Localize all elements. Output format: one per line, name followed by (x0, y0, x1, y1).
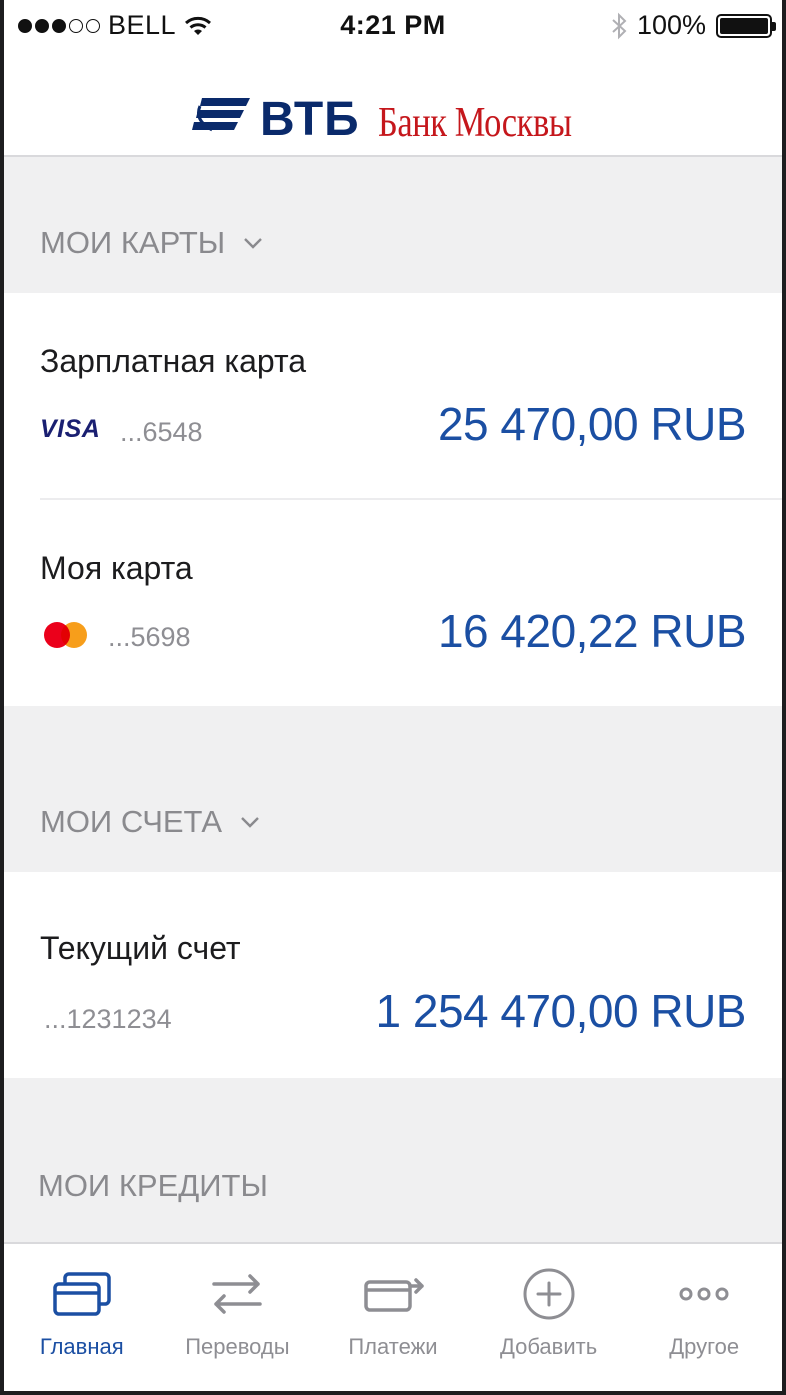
visa-logo: VISA (40, 415, 101, 443)
card-number: ...5698 (108, 622, 191, 652)
tab-transfers[interactable]: Переводы (160, 1244, 316, 1391)
bluetooth-icon (612, 12, 627, 39)
section-credits-header[interactable]: МОИ КРЕДИТЫ (4, 1078, 782, 1242)
account-number: ...1231234 (44, 1004, 172, 1034)
battery-icon (716, 13, 776, 38)
section-cards-header[interactable]: МОИ КАРТЫ (4, 157, 782, 293)
tab-more[interactable]: Другое (626, 1244, 782, 1391)
chevron-down-icon (241, 817, 259, 828)
tab-home[interactable]: Главная (4, 1244, 160, 1391)
tab-label: Добавить (499, 1334, 598, 1359)
more-dots-icon (679, 1287, 729, 1301)
add-circle-icon (523, 1268, 575, 1320)
section-cards-label-row: МОИ КАРТЫ (40, 225, 263, 261)
status-right: 100% (611, 10, 776, 41)
status-bar: BELL 4:21 PM 100% (4, 0, 782, 52)
tab-bar: Главная Переводы Платежи Добавить Другое (4, 1242, 782, 1391)
account-balance: 1 254 470,00 RUB (375, 985, 747, 1037)
card-title: Моя карта (40, 550, 193, 586)
card-number: ...6548 (120, 417, 203, 447)
section-credits-label-row: МОИ КРЕДИТЫ (38, 1168, 268, 1204)
section-cards-title: МОИ КАРТЫ (40, 225, 226, 260)
cards-icon (53, 1272, 111, 1316)
logo-vtb-text: ВТБ (260, 93, 360, 146)
section-accounts-header[interactable]: МОИ СЧЕТА (4, 706, 782, 872)
tab-payments[interactable]: Платежи (315, 1244, 471, 1391)
logo-bank-moskvy-text: Банк Москвы (377, 100, 572, 146)
section-accounts-label-row: МОИ СЧЕТА (40, 804, 260, 840)
card-balance: 25 470,00 RUB (437, 398, 747, 450)
card-title: Зарплатная карта (40, 343, 307, 379)
chevron-down-icon (244, 238, 263, 249)
app-screen: BELL 4:21 PM 100% ВТБ Банк Москвы МОИ КА… (4, 0, 782, 1391)
payment-card-arrow-icon (364, 1278, 424, 1312)
bank-logo: ВТБ Банк Москвы (192, 64, 614, 144)
card-item-my-card[interactable]: Моя карта ...5698 16 420,22 RUB (4, 500, 782, 706)
app-header: ВТБ Банк Москвы (4, 52, 782, 157)
card-balance: 16 420,22 RUB (437, 605, 747, 657)
tab-label: Переводы (185, 1334, 290, 1359)
account-title: Текущий счет (40, 930, 241, 966)
transfer-arrows-icon (212, 1274, 263, 1314)
tab-label: Главная (39, 1334, 124, 1359)
section-credits-title: МОИ КРЕДИТЫ (38, 1168, 268, 1203)
account-item-current[interactable]: Текущий счет ...1231234 1 254 470,00 RUB (4, 872, 782, 1078)
battery-percent: 100% (636, 10, 706, 40)
card-item-salary[interactable]: Зарплатная карта VISA ...6548 25 470,00 … (4, 293, 782, 500)
tab-add[interactable]: Добавить (471, 1244, 627, 1391)
tab-label: Другое (669, 1334, 740, 1359)
vtb-logo-icon (192, 98, 250, 132)
section-accounts-title: МОИ СЧЕТА (40, 804, 223, 839)
mastercard-icon (44, 622, 88, 648)
tab-label: Платежи (348, 1334, 438, 1359)
